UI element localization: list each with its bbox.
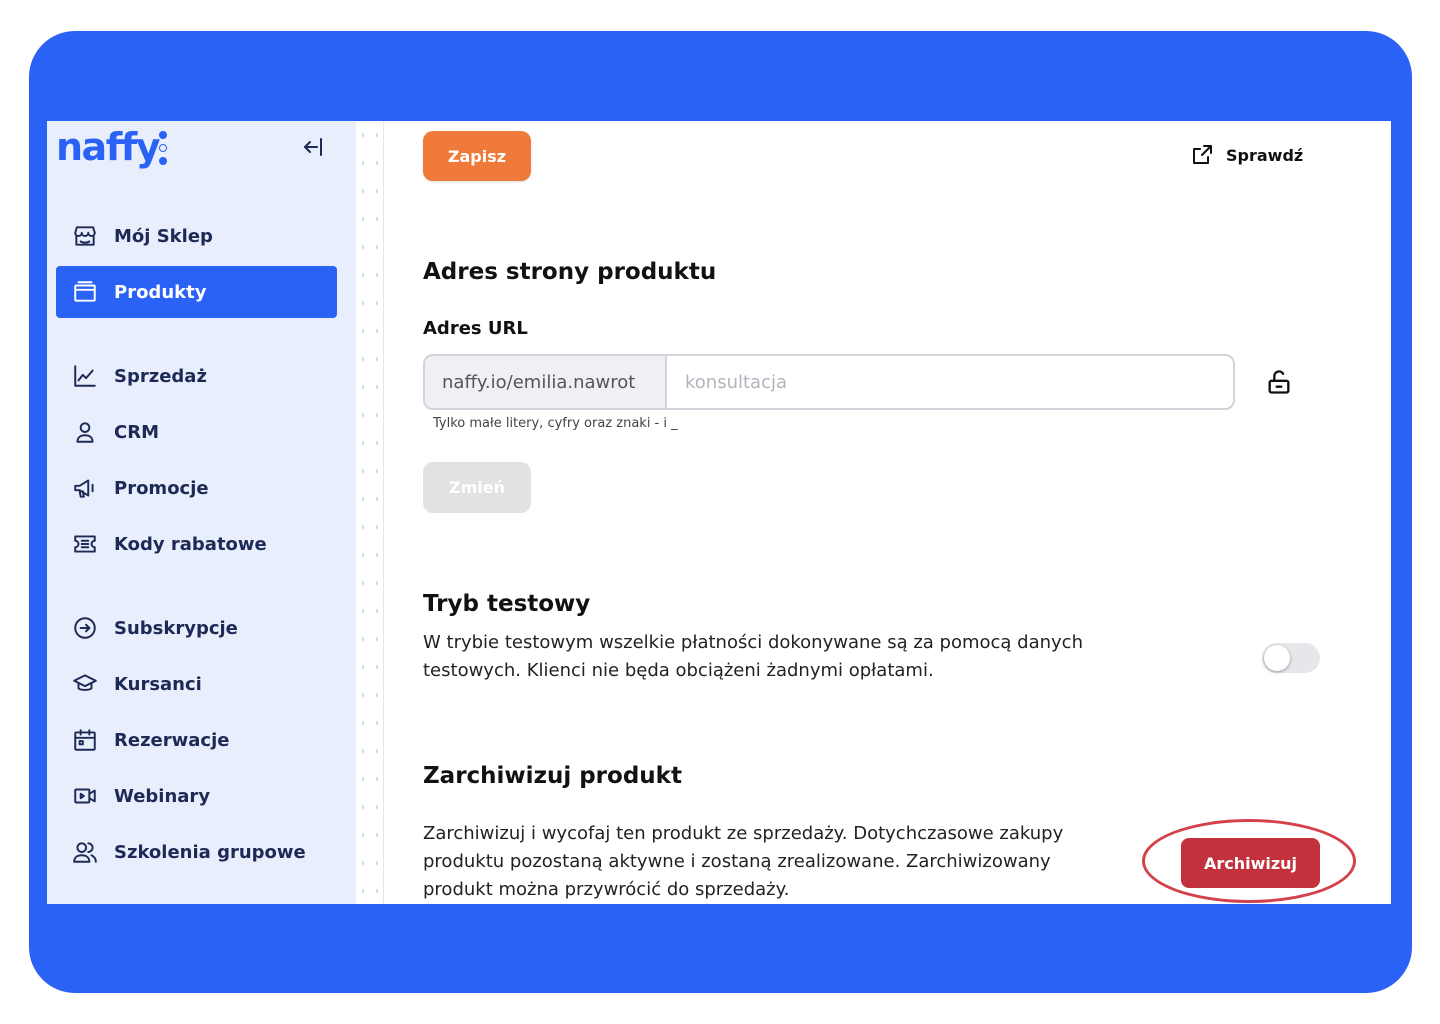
video-icon [72,783,98,809]
toggle-knob [1264,645,1290,671]
sidebar-item-label: CRM [114,421,159,443]
url-prefix: naffy.io/emilia.nawrot [425,356,667,408]
sidebar-item-szkolenia-grupowe[interactable]: Szkolenia grupowe [56,826,337,878]
url-label: Adres URL [423,318,528,339]
change-button[interactable]: Zmień [423,462,531,513]
save-button[interactable]: Zapisz [423,131,531,181]
app-window: naffy Mój Sklep Produkty Sprzedaż CRM Pr [47,121,1391,904]
store-icon [72,223,98,249]
sidebar-divider [356,121,384,904]
sidebar-item-promocje[interactable]: Promocje [56,462,337,514]
user-icon [72,419,98,445]
collapse-left-icon[interactable] [301,135,325,165]
sidebar-item-label: Szkolenia grupowe [114,841,306,863]
sidebar-item-webinary[interactable]: Webinary [56,770,337,822]
test-mode-toggle[interactable] [1262,643,1320,673]
sidebar-item-rezerwacje[interactable]: Rezerwacje [56,714,337,766]
external-link-icon [1193,145,1212,164]
folder-icon [72,279,98,305]
archive-title: Zarchiwizuj produkt [423,763,682,789]
sidebar-item-subskrypcje[interactable]: Subskrypcje [56,602,337,654]
sidebar-item-sprzedaz[interactable]: Sprzedaż [56,350,337,402]
check-link[interactable]: Sprawdź [1190,143,1303,167]
sidebar-item-crm[interactable]: CRM [56,406,337,458]
address-section-title: Adres strony produktu [423,259,717,285]
check-link-label: Sprawdź [1226,145,1304,165]
main-content: Zapisz Sprawdź Adres strony produktu Adr… [384,121,1391,904]
sidebar-item-label: Subskrypcje [114,617,238,639]
sidebar-item-label: Sprzedaż [114,365,207,387]
subscription-icon [72,615,98,641]
sidebar-item-moj-sklep[interactable]: Mój Sklep [56,210,337,262]
sidebar-item-label: Kursanci [114,673,202,695]
graduation-cap-icon [72,671,98,697]
naffy-logo: naffy [56,125,161,169]
sidebar-item-label: Produkty [114,281,207,303]
test-mode-description: W trybie testowym wszelkie płatności dok… [423,632,1083,681]
highlight-ring [1142,819,1356,903]
archive-description: Zarchiwizuj i wycofaj ten produkt ze spr… [423,823,1064,900]
sidebar-item-label: Rezerwacje [114,729,230,751]
sidebar-item-produkty[interactable]: Produkty [56,266,337,318]
logo-dots [159,131,169,167]
sidebar-item-label: Mój Sklep [114,225,213,247]
chart-line-icon [72,363,98,389]
sidebar-item-kody-rabatowe[interactable]: Kody rabatowe [56,518,337,570]
calendar-icon [72,727,98,753]
ticket-icon [72,531,98,557]
sidebar-item-kursanci[interactable]: Kursanci [56,658,337,710]
sidebar-item-label: Promocje [114,477,209,499]
unlock-icon[interactable] [1265,368,1293,400]
sidebar-item-label: Webinary [114,785,211,807]
url-field: naffy.io/emilia.nawrot [423,354,1235,410]
test-mode-title: Tryb testowy [423,591,591,617]
megaphone-icon [72,475,98,501]
sidebar-item-label: Kody rabatowe [114,533,267,555]
sidebar: naffy Mój Sklep Produkty Sprzedaż CRM Pr [47,121,356,904]
users-icon [72,839,98,865]
url-hint: Tylko małe litery, cyfry oraz znaki - i … [433,416,678,431]
url-slug-input[interactable] [667,356,1233,408]
